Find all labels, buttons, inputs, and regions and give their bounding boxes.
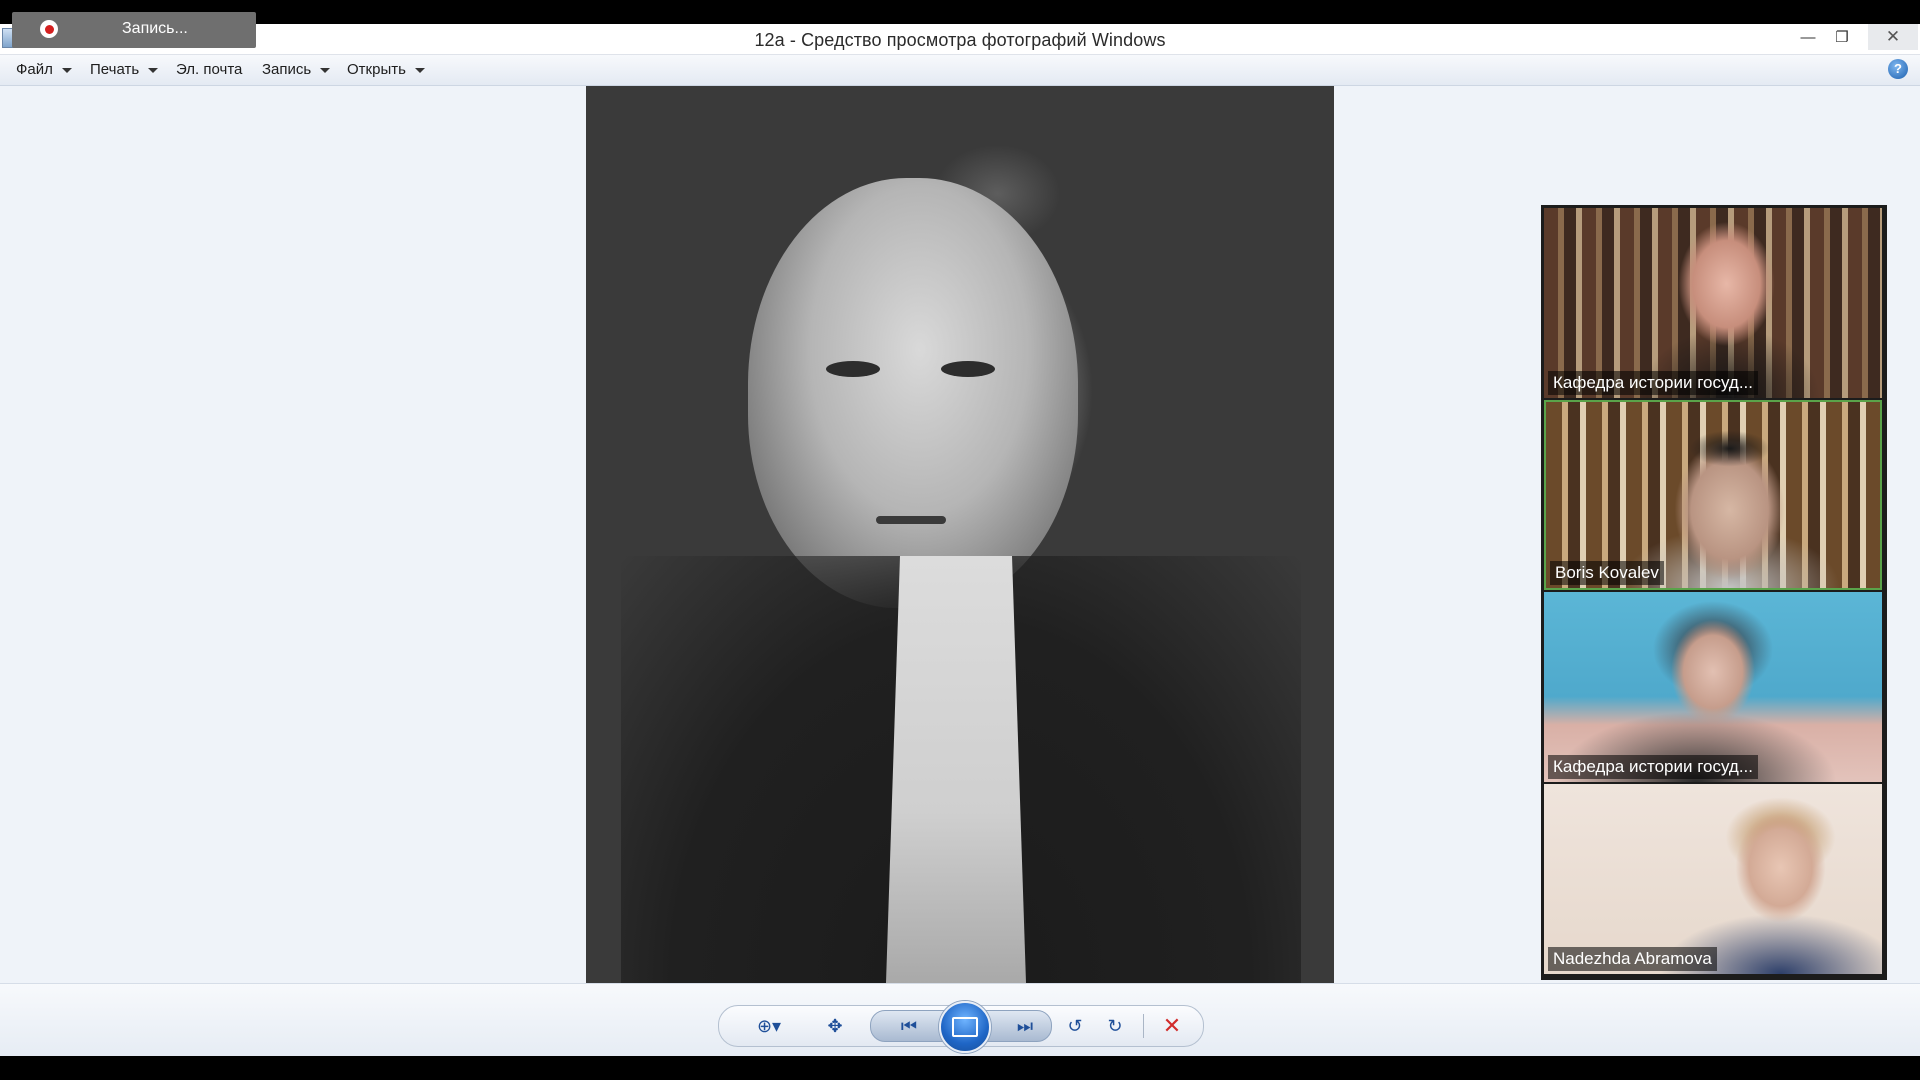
bottom-strip	[0, 1056, 1920, 1080]
divider	[1143, 1014, 1144, 1038]
title-bar: 12a - Средство просмотра фотографий Wind…	[0, 24, 1920, 55]
menu-open-label: Открыть	[347, 61, 406, 78]
photo-subject-eye	[941, 361, 995, 377]
record-icon	[40, 20, 58, 38]
controls-group: ⊕▾ ✥ ⏮ ⏭ ↺ ↻ ✕	[718, 1001, 1204, 1053]
menu-email[interactable]: Эл. почта	[176, 61, 242, 78]
video-tile[interactable]: Кафедра истории госуд...	[1544, 592, 1882, 782]
window-title: 12a - Средство просмотра фотографий Wind…	[754, 30, 1166, 50]
menu-open[interactable]: Открыть	[347, 61, 425, 78]
slideshow-button[interactable]	[939, 1001, 991, 1053]
photo-subject-mouth	[876, 516, 946, 524]
photo-subject-eye	[826, 361, 880, 377]
menu-file-label: Файл	[16, 61, 53, 78]
video-tile-active-speaker[interactable]: Boris Kovalev	[1544, 400, 1882, 590]
rotate-right-icon[interactable]: ↻	[1099, 1013, 1131, 1039]
participant-name: Кафедра истории госуд...	[1548, 755, 1758, 779]
menu-email-label: Эл. почта	[176, 61, 243, 78]
menu-print-label: Печать	[90, 61, 140, 78]
zoom-icon[interactable]: ⊕▾	[749, 1013, 789, 1039]
menu-print[interactable]: Печать	[90, 61, 159, 78]
photo-subject-shirt	[886, 556, 1026, 983]
menu-bar: Файл Печать Эл. почта Запись Открыть ?	[0, 55, 1920, 86]
video-tile[interactable]: Nadezhda Abramova	[1544, 784, 1882, 974]
actual-size-icon[interactable]: ✥	[819, 1013, 851, 1039]
photo-subject-head	[748, 178, 1078, 608]
menu-file[interactable]: Файл	[16, 61, 72, 78]
chevron-down-icon	[320, 67, 331, 73]
next-icon[interactable]: ⏭	[1005, 1013, 1045, 1039]
maximize-button[interactable]: ❐	[1822, 24, 1862, 50]
video-tile[interactable]: Кафедра истории госуд...	[1544, 208, 1882, 398]
help-icon[interactable]: ?	[1888, 59, 1908, 79]
recording-label: Запись...	[122, 20, 188, 37]
previous-icon[interactable]: ⏮	[889, 1013, 929, 1039]
displayed-photo[interactable]	[586, 86, 1334, 983]
menu-burn[interactable]: Запись	[262, 61, 331, 78]
menu-burn-label: Запись	[262, 61, 312, 78]
participant-name: Boris Kovalev	[1550, 561, 1664, 585]
video-gallery-panel[interactable]: Кафедра истории госуд... Boris Kovalev К…	[1541, 205, 1887, 980]
rotate-left-icon[interactable]: ↺	[1059, 1013, 1091, 1039]
close-button[interactable]: ✕	[1868, 24, 1918, 50]
viewer-control-bar: ⊕▾ ✥ ⏮ ⏭ ↺ ↻ ✕	[0, 983, 1920, 1057]
participant-name: Nadezhda Abramova	[1548, 947, 1717, 971]
delete-icon[interactable]: ✕	[1155, 1013, 1189, 1039]
recording-indicator[interactable]: Запись...	[12, 12, 256, 48]
slideshow-icon	[952, 1017, 978, 1037]
chevron-down-icon	[414, 67, 425, 73]
participant-name: Кафедра истории госуд...	[1548, 371, 1758, 395]
chevron-down-icon	[148, 67, 159, 73]
chevron-down-icon	[61, 67, 72, 73]
